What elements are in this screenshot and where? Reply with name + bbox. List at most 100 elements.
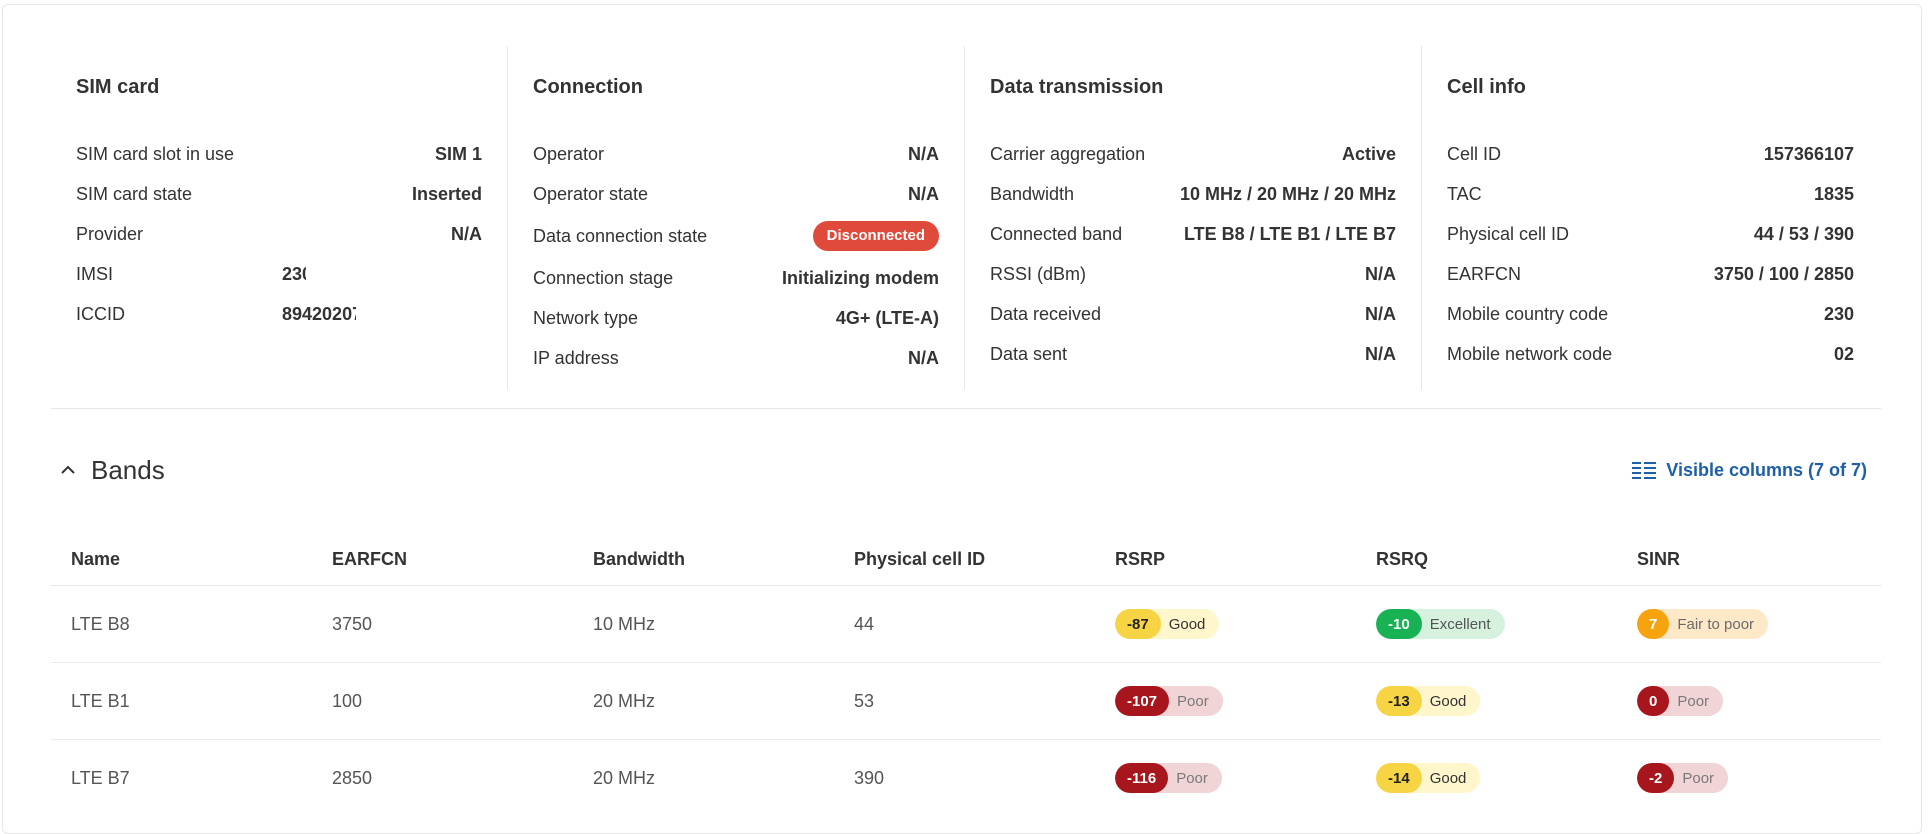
cell-earfcn: 100: [332, 690, 363, 711]
cell-id-row: Cell ID 157366107: [1447, 134, 1854, 174]
row-value: N/A: [1365, 303, 1396, 324]
sinr-quality: Poor: [1677, 692, 1710, 710]
rsrp-value: -116: [1115, 763, 1169, 793]
row-label: Mobile network code: [1447, 343, 1613, 364]
row-value: 02: [1833, 343, 1854, 364]
bandwidth-row: Bandwidth 10 MHz / 20 MHz / 20 MHz: [990, 174, 1396, 214]
sinr-quality: Poor: [1682, 769, 1715, 787]
row-label: Bandwidth: [990, 183, 1075, 204]
column-header-name[interactable]: Name: [51, 549, 312, 570]
row-value: SIM 1: [434, 143, 482, 164]
rsrq-quality: Excellent: [1429, 615, 1491, 633]
sinr-quality: Fair to poor: [1677, 615, 1755, 633]
mnc-row: Mobile network code 02: [1447, 334, 1854, 374]
column-header-sinr[interactable]: SINR: [1617, 549, 1881, 570]
cell-sinr: 0 Poor: [1617, 686, 1881, 716]
row-value: 10 MHz / 20 MHz / 20 MHz: [1179, 183, 1396, 204]
table-row: LTE B7 2850 20 MHz 390 -116 Poor -14 Goo…: [51, 740, 1881, 816]
columns-list-icon: [1632, 462, 1657, 479]
row-label: RSSI (dBm): [990, 263, 1087, 284]
rsrp-quality: Poor: [1176, 769, 1208, 787]
row-value: Initializing modem: [781, 267, 939, 288]
column-header-rsrp[interactable]: RSRP: [1095, 549, 1356, 570]
sim-state-row: SIM card state Inserted: [76, 174, 482, 214]
carrier-aggregation-row: Carrier aggregation Active: [990, 134, 1396, 174]
row-label: EARFCN: [1447, 263, 1522, 284]
connected-band-row: Connected band LTE B8 / LTE B1 / LTE B7: [990, 214, 1396, 254]
info-grid: SIM card SIM card slot in use SIM 1 SIM …: [51, 46, 1881, 390]
bands-title: Bands: [91, 454, 165, 485]
cell-name: LTE B8: [71, 613, 130, 634]
sinr-value: 7: [1637, 609, 1670, 639]
cell-info-section: Cell info Cell ID 157366107 TAC 1835 Phy…: [1422, 46, 1879, 390]
row-label: Mobile country code: [1447, 303, 1609, 324]
row-label: TAC: [1447, 183, 1482, 204]
sinr-value: -2: [1637, 763, 1675, 793]
row-value: N/A: [451, 223, 482, 244]
network-type-row: Network type 4G+ (LTE-A): [533, 298, 939, 338]
column-header-rsrq[interactable]: RSRQ: [1356, 549, 1617, 570]
section-divider: [51, 408, 1881, 409]
provider-row: Provider N/A: [76, 214, 482, 254]
rsrq-badge: -10 Excellent: [1376, 609, 1505, 639]
data-received-row: Data received N/A: [990, 294, 1396, 334]
rsrq-value: -10: [1376, 609, 1422, 639]
mobile-status-card: SIM card SIM card slot in use SIM 1 SIM …: [2, 4, 1922, 834]
mcc-row: Mobile country code 230: [1447, 294, 1854, 334]
cell-physical-cell-id: 44: [854, 613, 875, 634]
row-value: Inserted: [411, 183, 482, 204]
cell-name: LTE B7: [71, 767, 130, 788]
rsrq-badge: -13 Good: [1376, 686, 1481, 716]
sinr-badge: -2 Poor: [1637, 763, 1729, 793]
row-label: Connection stage: [533, 267, 674, 288]
cell-bandwidth: 20 MHz: [593, 767, 656, 788]
data-connection-state-row: Data connection state Disconnected: [533, 214, 939, 258]
row-label: Physical cell ID: [1447, 223, 1570, 244]
row-value: N/A: [908, 143, 939, 164]
connection-title: Connection: [533, 76, 643, 98]
bands-collapse-toggle[interactable]: Bands: [51, 455, 165, 486]
sim-card-title: SIM card: [76, 76, 160, 98]
rsrq-quality: Good: [1429, 769, 1467, 787]
rsrp-badge: -116 Poor: [1115, 763, 1222, 793]
column-header-physical-cell-id[interactable]: Physical cell ID: [834, 549, 1095, 570]
data-sent-row: Data sent N/A: [990, 334, 1396, 374]
row-label: Operator state: [533, 183, 649, 204]
tac-row: TAC 1835: [1447, 174, 1854, 214]
visible-columns-label: Visible columns (7 of 7): [1666, 459, 1867, 480]
column-header-earfcn[interactable]: EARFCN: [312, 549, 573, 570]
physical-cell-id-row: Physical cell ID 44 / 53 / 390: [1447, 214, 1854, 254]
cell-rsrp: -116 Poor: [1095, 763, 1356, 793]
sim-slot-row: SIM card slot in use SIM 1: [76, 134, 482, 174]
rsrq-value: -13: [1376, 686, 1422, 716]
row-label: Cell ID: [1447, 143, 1502, 164]
row-value: N/A: [908, 347, 939, 368]
visible-columns-button[interactable]: Visible columns (7 of 7): [1632, 460, 1881, 481]
operator-state-row: Operator state N/A: [533, 174, 939, 214]
row-label: Data received: [990, 303, 1102, 324]
row-label: Connected band: [990, 223, 1123, 244]
row-label: Operator: [533, 143, 605, 164]
cell-earfcn: 3750: [332, 613, 373, 634]
rsrp-badge: -87 Good: [1115, 609, 1220, 639]
rsrp-badge: -107 Poor: [1115, 686, 1223, 716]
cell-bandwidth: 10 MHz: [593, 613, 656, 634]
row-label: Carrier aggregation: [990, 143, 1146, 164]
row-value: 3750 / 100 / 2850: [1713, 263, 1854, 284]
sim-card-section: SIM card SIM card slot in use SIM 1 SIM …: [51, 46, 508, 390]
cell-rsrp: -107 Poor: [1095, 686, 1356, 716]
column-header-bandwidth[interactable]: Bandwidth: [573, 549, 834, 570]
data-transmission-title: Data transmission: [990, 76, 1164, 98]
status-badge: Disconnected: [812, 221, 939, 251]
cell-rsrq: -14 Good: [1356, 763, 1617, 793]
rsrp-quality: Poor: [1177, 692, 1209, 710]
sinr-badge: 0 Poor: [1637, 686, 1724, 716]
table-header: Name EARFCN Bandwidth Physical cell ID R…: [51, 533, 1881, 586]
row-value: N/A: [1365, 343, 1396, 364]
row-label: SIM card slot in use: [76, 143, 235, 164]
cell-rsrq: -13 Good: [1356, 686, 1617, 716]
table-row: LTE B8 3750 10 MHz 44 -87 Good -10 Excel…: [51, 586, 1881, 663]
row-label: Data connection state: [533, 225, 708, 246]
row-value: 1835: [1813, 183, 1854, 204]
cell-name: LTE B1: [71, 690, 130, 711]
